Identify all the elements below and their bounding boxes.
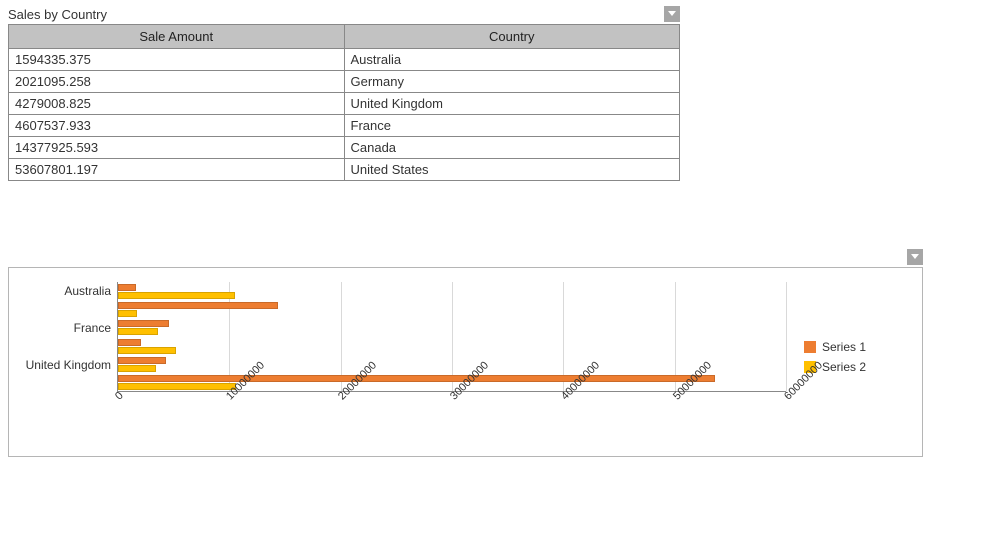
table-row[interactable]: 2021095.258Germany [9,71,680,93]
legend-label: Series 1 [822,340,866,354]
table-row[interactable]: 4279008.825United Kingdom [9,93,680,115]
legend-swatch [804,341,816,353]
bar-series1[interactable] [118,375,715,382]
cell-country: France [344,115,680,137]
chart-plot-area: AustraliaFranceUnited Kingdom 0100000002… [17,276,786,438]
chevron-down-icon [668,11,676,17]
chart-legend: Series 1 Series 2 [804,334,914,380]
bar-series1[interactable] [118,284,136,291]
legend-label: Series 2 [822,360,866,374]
y-tick-label: Australia [64,284,111,298]
cell-sale-amount: 1594335.375 [9,49,345,71]
cell-country: United States [344,159,680,181]
cell-sale-amount: 53607801.197 [9,159,345,181]
bar-series1[interactable] [118,357,166,364]
col-header-country[interactable]: Country [344,25,680,49]
chart-panel: AustraliaFranceUnited Kingdom 0100000002… [8,267,923,457]
bar-series2[interactable] [118,310,137,317]
cell-sale-amount: 4607537.933 [9,115,345,137]
cell-country: Germany [344,71,680,93]
y-tick-label: United Kingdom [26,358,111,372]
cell-country: Canada [344,137,680,159]
cell-sale-amount: 14377925.593 [9,137,345,159]
bar-series2[interactable] [118,328,158,335]
table-options-button[interactable] [664,6,680,22]
col-header-sale-amount[interactable]: Sale Amount [9,25,345,49]
table-title: Sales by Country [8,7,107,22]
bar-series1[interactable] [118,320,169,327]
grid-line [786,282,787,391]
cell-country: United Kingdom [344,93,680,115]
sales-table: Sale Amount Country 1594335.375Australia… [8,24,680,181]
y-tick-label: France [74,321,111,335]
bar-series1[interactable] [118,339,141,346]
table-row[interactable]: 1594335.375Australia [9,49,680,71]
table-row[interactable]: 4607537.933France [9,115,680,137]
cell-sale-amount: 2021095.258 [9,71,345,93]
bar-series2[interactable] [118,292,235,299]
bar-series2[interactable] [118,347,176,354]
bar-series2[interactable] [118,383,236,390]
chart-options-button[interactable] [907,249,923,265]
bar-series2[interactable] [118,365,156,372]
bar-series1[interactable] [118,302,278,309]
legend-item[interactable]: Series 1 [804,340,914,354]
cell-country: Australia [344,49,680,71]
table-row[interactable]: 53607801.197United States [9,159,680,181]
table-row[interactable]: 14377925.593Canada [9,137,680,159]
cell-sale-amount: 4279008.825 [9,93,345,115]
chevron-down-icon [911,254,919,260]
